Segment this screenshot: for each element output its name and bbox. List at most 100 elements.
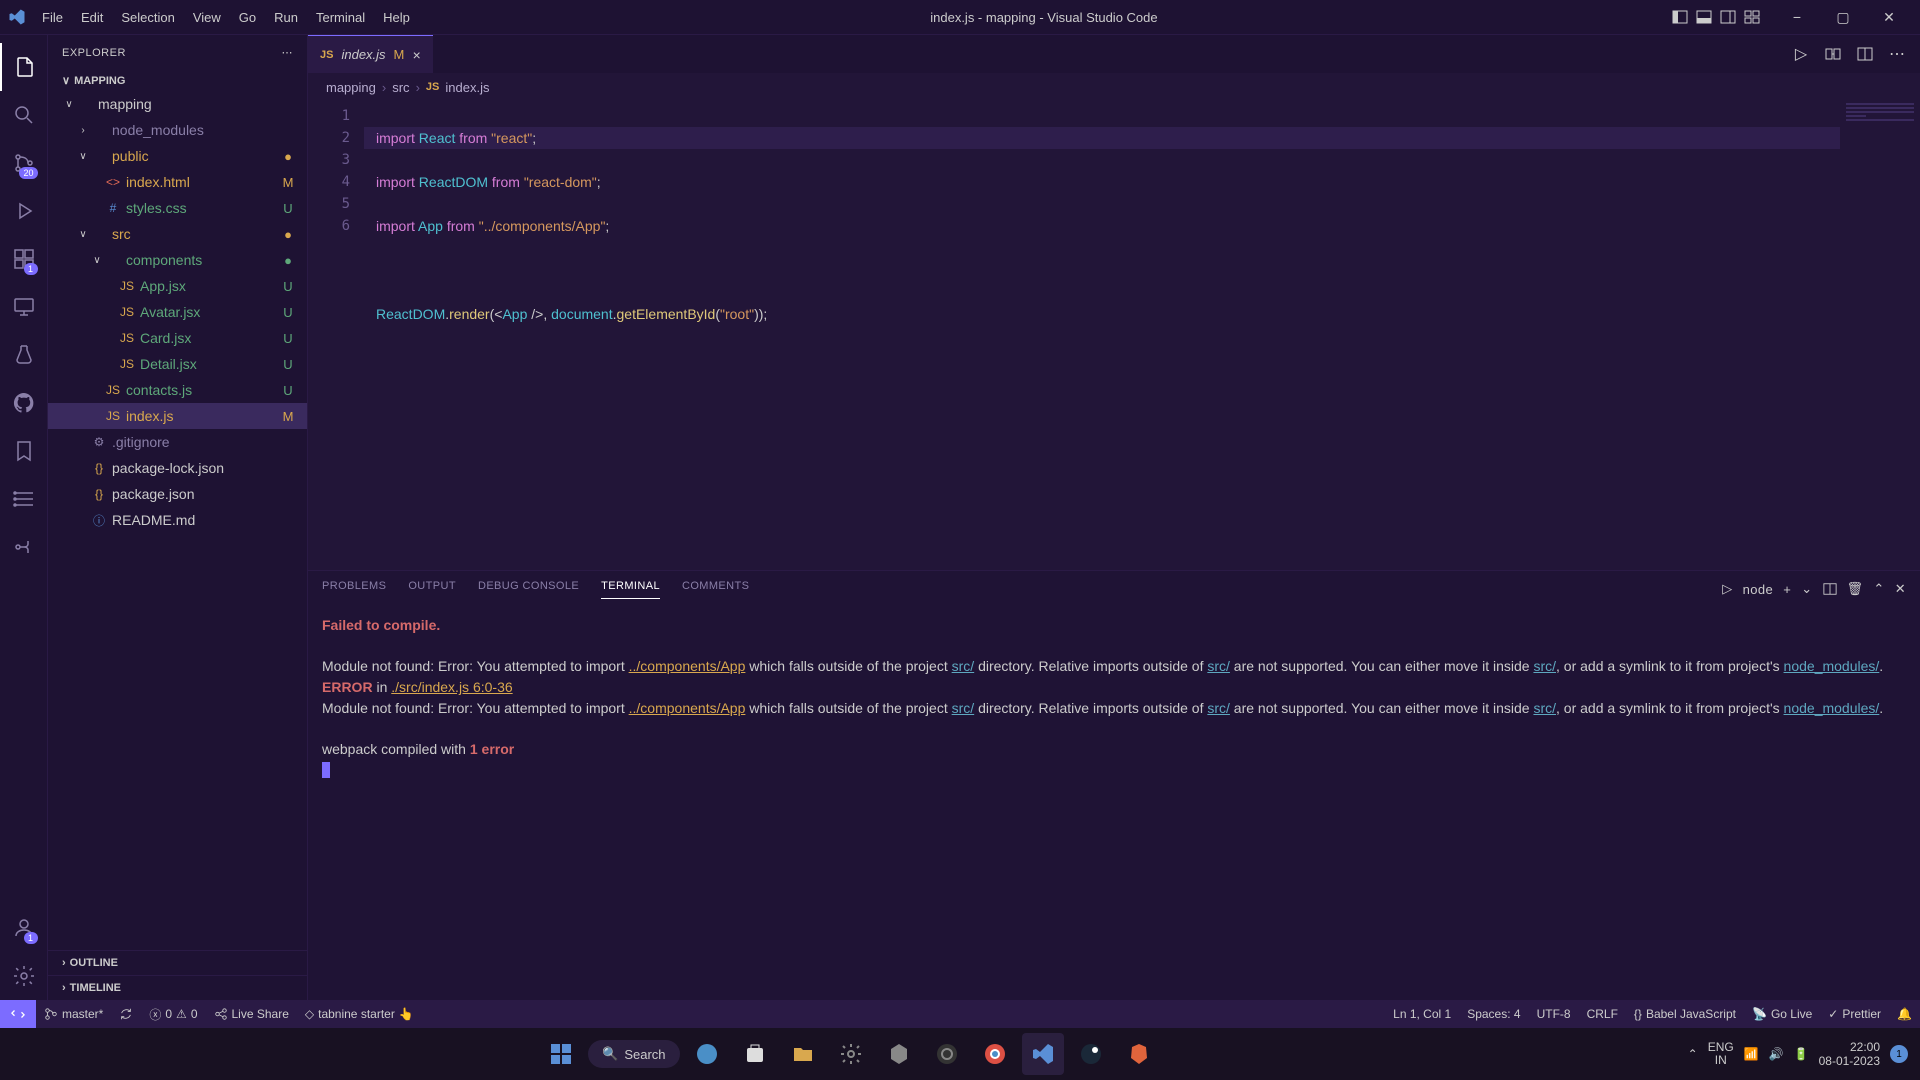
activity-github-icon[interactable] — [0, 379, 48, 427]
file-tree-item[interactable]: ∨mapping — [48, 91, 307, 117]
live-share[interactable]: Live Share — [206, 1000, 297, 1028]
tabnine-status[interactable]: ◇tabnine starter 👆 — [297, 1000, 422, 1028]
activity-projects-icon[interactable] — [0, 475, 48, 523]
code-content[interactable]: import React from "react"; import ReactD… — [364, 101, 1920, 570]
taskbar-search[interactable]: 🔍Search — [588, 1040, 679, 1068]
sidebar-more-icon[interactable]: ⋯ — [282, 46, 294, 59]
file-tree-item[interactable]: JSAvatar.jsxU — [48, 299, 307, 325]
menu-edit[interactable]: Edit — [73, 6, 111, 29]
menu-selection[interactable]: Selection — [113, 6, 182, 29]
activity-bookmarks-icon[interactable] — [0, 427, 48, 475]
volume-icon[interactable]: 🔊 — [1769, 1047, 1784, 1061]
new-terminal-icon[interactable]: + — [1783, 582, 1791, 597]
encoding[interactable]: UTF-8 — [1529, 1000, 1579, 1028]
panel-tab-output[interactable]: OUTPUT — [408, 580, 456, 598]
timeline-section[interactable]: › TIMELINE — [48, 975, 307, 1000]
minimap[interactable] — [1840, 101, 1920, 570]
terminal-shell-icon[interactable]: ▷ — [1722, 581, 1732, 597]
activity-debug-icon[interactable] — [0, 187, 48, 235]
close-panel-icon[interactable]: ✕ — [1895, 581, 1906, 597]
split-editor-icon[interactable] — [1854, 43, 1876, 65]
taskbar-explorer-icon[interactable] — [782, 1033, 824, 1075]
battery-icon[interactable]: 🔋 — [1794, 1047, 1809, 1061]
file-tree-item[interactable]: ⓘREADME.md — [48, 507, 307, 533]
start-button[interactable] — [540, 1033, 582, 1075]
git-branch[interactable]: master* — [36, 1000, 111, 1028]
activity-search-icon[interactable] — [0, 91, 48, 139]
tray-expand-icon[interactable]: ⌃ — [1688, 1047, 1698, 1061]
menu-terminal[interactable]: Terminal — [308, 6, 373, 29]
tab-index-js[interactable]: JS index.js M × — [308, 35, 433, 73]
menu-file[interactable]: File — [34, 6, 71, 29]
go-live[interactable]: 📡Go Live — [1744, 1000, 1820, 1028]
terminal-dropdown-icon[interactable]: ⌄ — [1801, 581, 1812, 597]
breadcrumbs[interactable]: mapping › src › JS index.js — [308, 73, 1920, 101]
activity-accounts-icon[interactable]: 1 — [0, 904, 48, 952]
breadcrumb-segment[interactable]: index.js — [445, 80, 489, 95]
activity-scm-icon[interactable]: 20 — [0, 139, 48, 187]
breadcrumb-segment[interactable]: mapping — [326, 80, 376, 95]
menu-view[interactable]: View — [185, 6, 229, 29]
prettier-status[interactable]: ✓Prettier — [1820, 1000, 1889, 1028]
customize-layout-icon[interactable] — [1742, 7, 1762, 27]
diff-icon[interactable] — [1822, 43, 1844, 65]
activity-settings-icon[interactable] — [0, 952, 48, 1000]
file-tree-item[interactable]: ∨src● — [48, 221, 307, 247]
file-tree-item[interactable]: JScontacts.jsU — [48, 377, 307, 403]
taskbar-steam-icon[interactable] — [1070, 1033, 1112, 1075]
notification-badge[interactable]: 1 — [1890, 1045, 1908, 1063]
file-tree-item[interactable]: ∨public● — [48, 143, 307, 169]
panel-tab-terminal[interactable]: TERMINAL — [601, 580, 660, 599]
activity-explorer-icon[interactable] — [0, 43, 48, 91]
split-terminal-icon[interactable] — [1823, 582, 1837, 596]
indentation[interactable]: Spaces: 4 — [1459, 1000, 1528, 1028]
taskbar-brave-icon[interactable] — [1118, 1033, 1160, 1075]
activity-extensions-icon[interactable]: 1 — [0, 235, 48, 283]
panel-tab-debug-console[interactable]: DEBUG CONSOLE — [478, 580, 579, 598]
close-button[interactable]: ✕ — [1866, 0, 1912, 35]
toggle-primary-sidebar-icon[interactable] — [1670, 7, 1690, 27]
menu-run[interactable]: Run — [266, 6, 306, 29]
maximize-panel-icon[interactable]: ⌃ — [1873, 581, 1884, 597]
remote-indicator[interactable] — [0, 1000, 36, 1028]
panel-tab-problems[interactable]: PROBLEMS — [322, 580, 386, 598]
notifications-icon[interactable]: 🔔 — [1889, 1000, 1920, 1028]
menu-help[interactable]: Help — [375, 6, 418, 29]
panel-tab-comments[interactable]: COMMENTS — [682, 580, 749, 598]
taskbar-obs-icon[interactable] — [926, 1033, 968, 1075]
file-tree-item[interactable]: {}package.json — [48, 481, 307, 507]
taskbar-edge-icon[interactable] — [686, 1033, 728, 1075]
file-tree-item[interactable]: ›node_modules — [48, 117, 307, 143]
taskbar-store-icon[interactable] — [734, 1033, 776, 1075]
kill-terminal-icon[interactable]: 🗑 — [1847, 581, 1864, 597]
cursor-position[interactable]: Ln 1, Col 1 — [1385, 1000, 1459, 1028]
menu-go[interactable]: Go — [231, 6, 264, 29]
problems-indicator[interactable]: ⓧ0 ⚠0 — [141, 1000, 205, 1028]
taskbar-settings-icon[interactable] — [830, 1033, 872, 1075]
file-tree-item[interactable]: <>index.htmlM — [48, 169, 307, 195]
file-tree-item[interactable]: JSDetail.jsxU — [48, 351, 307, 377]
run-file-icon[interactable]: ▷ — [1790, 43, 1812, 65]
code-editor[interactable]: 123456 import React from "react"; import… — [308, 101, 1920, 570]
file-tree[interactable]: ∨mapping›node_modules∨public●<>index.htm… — [48, 91, 307, 950]
input-region[interactable]: IN — [1708, 1054, 1734, 1067]
activity-testing-icon[interactable] — [0, 331, 48, 379]
file-tree-item[interactable]: JSindex.jsM — [48, 403, 307, 429]
taskbar-vscode-icon[interactable] — [1022, 1033, 1064, 1075]
file-tree-item[interactable]: ∨components● — [48, 247, 307, 273]
toggle-panel-icon[interactable] — [1694, 7, 1714, 27]
outline-section[interactable]: › OUTLINE — [48, 950, 307, 975]
toggle-secondary-sidebar-icon[interactable] — [1718, 7, 1738, 27]
eol[interactable]: CRLF — [1579, 1000, 1626, 1028]
terminal-content[interactable]: Failed to compile. Module not found: Err… — [308, 607, 1920, 1000]
minimize-button[interactable]: − — [1774, 0, 1820, 35]
file-tree-item[interactable]: #styles.cssU — [48, 195, 307, 221]
wifi-icon[interactable]: 📶 — [1744, 1047, 1759, 1061]
file-tree-item[interactable]: ⚙.gitignore — [48, 429, 307, 455]
git-sync[interactable] — [111, 1000, 141, 1028]
terminal-shell-name[interactable]: node — [1743, 582, 1774, 597]
activity-remote-explorer-icon[interactable] — [0, 283, 48, 331]
maximize-button[interactable]: ▢ — [1820, 0, 1866, 35]
taskbar-unity-icon[interactable] — [878, 1033, 920, 1075]
project-section-title[interactable]: ∨ MAPPING — [48, 70, 307, 91]
